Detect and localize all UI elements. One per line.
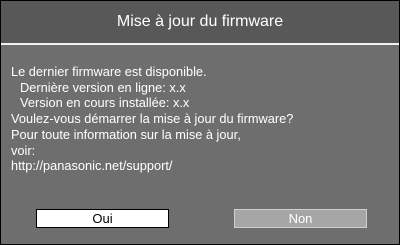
message-line-latest-version: Dernière version en ligne: x.x (20, 79, 186, 95)
yes-button[interactable]: Oui (36, 209, 169, 228)
message-line-available: Le dernier firmware est disponible. (11, 64, 207, 79)
firmware-update-dialog: Mise à jour du firmware Le dernier firmw… (0, 0, 400, 245)
message-line-question: Voulez-vous démarrer la mise à jour du f… (11, 111, 294, 127)
no-button[interactable]: Non (234, 209, 367, 228)
message-line-see: voir: (11, 142, 36, 158)
message-line-installed-version: Version en cours installée: x.x (20, 95, 190, 111)
dialog-titlebar: Mise à jour du firmware (1, 1, 399, 45)
message-line-url: http://panasonic.net/support/ (11, 158, 173, 174)
dialog-title: Mise à jour du firmware (116, 13, 284, 30)
dialog-message: Le dernier firmware est disponible. Dern… (11, 64, 293, 174)
message-line-info: Pour toute information sur la mise à jou… (11, 126, 241, 142)
